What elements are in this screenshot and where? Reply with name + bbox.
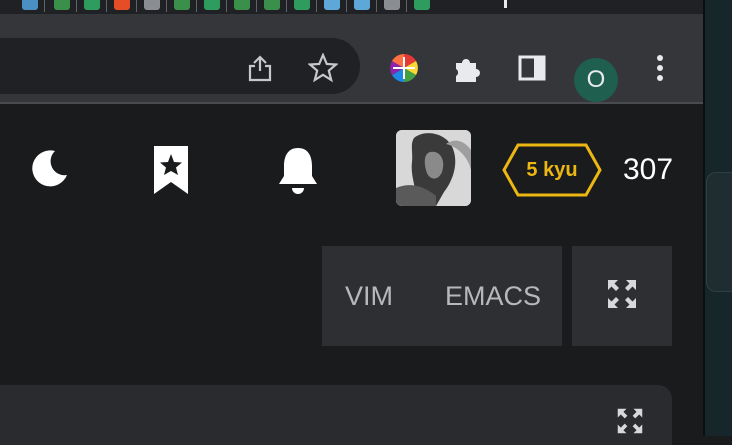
tab-favicon-html-icon[interactable] xyxy=(114,0,130,10)
panel-fullscreen-expand-icon[interactable] xyxy=(616,407,644,440)
emacs-mode-button[interactable]: EMACS xyxy=(445,246,541,346)
dark-mode-moon-icon[interactable] xyxy=(26,144,74,192)
browser-menu-kebab-icon[interactable] xyxy=(646,50,674,86)
window-border xyxy=(703,0,705,436)
tab-separator xyxy=(226,0,227,12)
tab-separator xyxy=(316,0,317,12)
tab-separator xyxy=(376,0,377,12)
tab-favicon-db-icon[interactable] xyxy=(84,0,100,10)
fullscreen-button[interactable] xyxy=(572,246,672,346)
background-window-edge xyxy=(706,172,732,292)
tab-favicon-infinity-icon[interactable] xyxy=(354,0,370,10)
tab-favicon-page-icon[interactable] xyxy=(22,0,38,10)
tab-favicon-db-icon[interactable] xyxy=(294,0,310,10)
tab-separator xyxy=(106,0,107,12)
fullscreen-expand-icon xyxy=(606,278,638,315)
rank-badge[interactable]: 5 kyu xyxy=(502,143,602,197)
tab-separator xyxy=(166,0,167,12)
browser-tab-strip xyxy=(0,0,704,14)
bookmark-star-icon[interactable] xyxy=(306,52,340,84)
tab-separator xyxy=(346,0,347,12)
browser-toolbar: O xyxy=(0,14,704,102)
share-icon[interactable] xyxy=(244,52,276,84)
tab-separator xyxy=(44,0,45,12)
extensions-puzzle-icon[interactable] xyxy=(450,50,486,86)
tab-separator xyxy=(406,0,407,12)
tab-separator xyxy=(256,0,257,12)
honor-points: 307 xyxy=(622,153,674,186)
tab-favicon-e-icon[interactable] xyxy=(384,0,400,10)
rank-label: 5 kyu xyxy=(526,158,578,181)
tab-favicon-e-icon[interactable] xyxy=(144,0,160,10)
tab-favicon-infinity-icon[interactable] xyxy=(324,0,340,10)
tab-favicon-codewars-icon[interactable] xyxy=(54,0,70,10)
user-avatar[interactable] xyxy=(396,130,471,206)
tab-separator xyxy=(76,0,77,12)
tab-favicon-db-icon[interactable] xyxy=(414,0,430,10)
tab-separator xyxy=(504,0,507,8)
tab-favicon-codewars-icon[interactable] xyxy=(174,0,190,10)
side-panel-icon[interactable] xyxy=(514,50,550,86)
tab-separator xyxy=(286,0,287,12)
tab-separator xyxy=(136,0,137,12)
notifications-bell-icon[interactable] xyxy=(272,142,324,198)
tab-favicon-db-icon[interactable] xyxy=(204,0,220,10)
tab-favicon-codewars-icon[interactable] xyxy=(234,0,250,10)
toolbar-divider xyxy=(0,102,704,104)
tab-separator xyxy=(196,0,197,12)
bookmark-star-ribbon-icon[interactable] xyxy=(148,143,194,197)
color-picker-extension-icon[interactable] xyxy=(386,50,422,86)
profile-avatar-button[interactable]: O xyxy=(574,58,618,102)
vim-mode-button[interactable]: VIM xyxy=(345,246,393,346)
code-panel xyxy=(0,385,672,445)
tab-favicon-codewars-icon[interactable] xyxy=(264,0,280,10)
editor-keymap-toggle-group: VIM EMACS xyxy=(322,246,562,346)
